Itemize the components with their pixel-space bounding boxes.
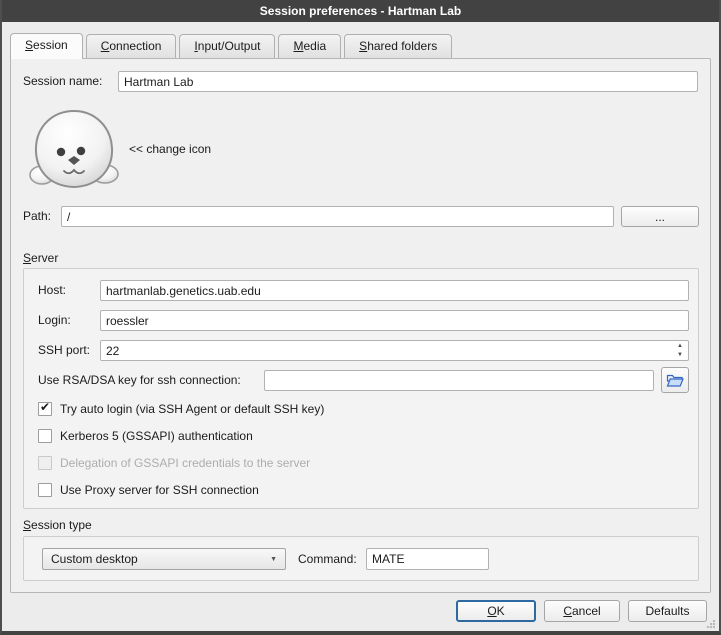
kerberos-checkbox-row[interactable]: Kerberos 5 (GSSAPI) authentication bbox=[38, 428, 253, 444]
path-input[interactable] bbox=[61, 206, 614, 227]
path-browse-button[interactable]: ... bbox=[621, 206, 699, 227]
rsa-key-label: Use RSA/DSA key for ssh connection: bbox=[38, 370, 241, 391]
host-label: Host: bbox=[38, 280, 66, 301]
command-label: Command: bbox=[298, 548, 357, 570]
session-type-group: Custom desktop ▼ Command: bbox=[23, 536, 699, 581]
auto-login-checkbox[interactable] bbox=[38, 402, 52, 416]
ssh-port-label: SSH port: bbox=[38, 340, 90, 361]
resize-grip[interactable] bbox=[706, 619, 716, 629]
seal-icon bbox=[28, 108, 120, 192]
kerberos-checkbox[interactable] bbox=[38, 429, 52, 443]
tab-shared-folders[interactable]: Shared folders bbox=[344, 34, 452, 58]
proxy-checkbox-row[interactable]: Use Proxy server for SSH connection bbox=[38, 482, 259, 498]
command-input[interactable] bbox=[366, 548, 489, 570]
gssapi-delegation-checkbox bbox=[38, 456, 52, 470]
host-input[interactable] bbox=[100, 280, 689, 301]
tab-session[interactable]: Session bbox=[10, 33, 83, 59]
server-group-title: Server bbox=[23, 251, 58, 265]
auto-login-checkbox-row[interactable]: Try auto login (via SSH Agent or default… bbox=[38, 401, 324, 417]
tab-connection[interactable]: Connection bbox=[86, 34, 177, 58]
session-type-dropdown[interactable]: Custom desktop ▼ bbox=[42, 548, 286, 570]
tab-bar: Session Connection Input/Output Media Sh… bbox=[10, 34, 455, 59]
folder-open-icon bbox=[666, 373, 684, 388]
dropdown-arrow-icon: ▼ bbox=[270, 556, 277, 563]
ok-button[interactable]: OK bbox=[456, 600, 536, 622]
proxy-label: Use Proxy server for SSH connection bbox=[60, 483, 259, 497]
tab-media[interactable]: Media bbox=[278, 34, 341, 58]
rsa-key-input[interactable] bbox=[264, 370, 654, 391]
session-type-dropdown-value: Custom desktop bbox=[51, 552, 138, 566]
ssh-port-input[interactable] bbox=[100, 340, 689, 361]
kerberos-label: Kerberos 5 (GSSAPI) authentication bbox=[60, 429, 253, 443]
defaults-button[interactable]: Defaults bbox=[628, 600, 707, 622]
cancel-button[interactable]: Cancel bbox=[544, 600, 620, 622]
spin-up-icon[interactable]: ▲ bbox=[672, 341, 688, 351]
login-input[interactable] bbox=[100, 310, 689, 331]
change-icon-link[interactable]: << change icon bbox=[129, 139, 211, 160]
server-group: Host: Login: SSH port: ▲ ▼ Use RSA/DSA k… bbox=[23, 268, 699, 509]
rsa-key-browse-button[interactable] bbox=[661, 367, 689, 393]
dialog-button-row: OK Cancel Defaults bbox=[456, 600, 707, 622]
gssapi-delegation-checkbox-row: Delegation of GSSAPI credentials to the … bbox=[38, 455, 310, 471]
session-preferences-dialog: Session preferences - Hartman Lab Sessio… bbox=[0, 0, 721, 635]
spin-down-icon[interactable]: ▼ bbox=[672, 351, 688, 361]
gssapi-delegation-label: Delegation of GSSAPI credentials to the … bbox=[60, 456, 310, 470]
auto-login-label: Try auto login (via SSH Agent or default… bbox=[60, 402, 324, 416]
window-title: Session preferences - Hartman Lab bbox=[260, 4, 461, 18]
session-type-group-title: Session type bbox=[23, 518, 92, 532]
login-label: Login: bbox=[38, 310, 71, 331]
path-label: Path: bbox=[23, 206, 51, 227]
proxy-checkbox[interactable] bbox=[38, 483, 52, 497]
titlebar[interactable]: Session preferences - Hartman Lab bbox=[0, 0, 721, 22]
session-tab-pane: Session name: << change icon Path: ... bbox=[10, 58, 711, 593]
tab-input-output[interactable]: Input/Output bbox=[179, 34, 275, 58]
session-name-input[interactable] bbox=[118, 71, 698, 92]
session-name-label: Session name: bbox=[23, 71, 102, 92]
